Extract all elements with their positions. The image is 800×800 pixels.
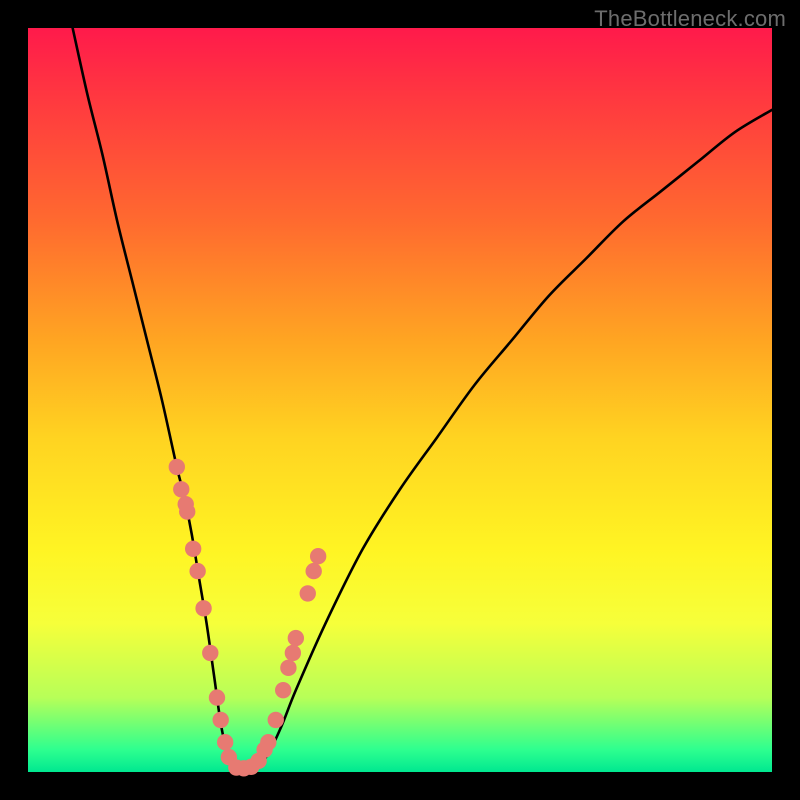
data-point — [268, 712, 284, 728]
data-point — [310, 548, 326, 564]
data-point — [275, 682, 291, 698]
data-point — [185, 541, 201, 557]
data-point — [213, 712, 229, 728]
data-point — [195, 600, 211, 616]
data-point — [179, 503, 195, 519]
data-point — [300, 585, 316, 601]
data-point — [217, 734, 233, 750]
data-point — [189, 563, 205, 579]
chart-frame: TheBottleneck.com — [0, 0, 800, 800]
data-point — [169, 459, 185, 475]
data-point — [173, 481, 189, 497]
data-point — [280, 660, 296, 676]
data-point — [285, 645, 301, 661]
data-point — [260, 734, 276, 750]
data-point — [288, 630, 304, 646]
data-point — [209, 689, 225, 705]
data-point — [306, 563, 322, 579]
plot-area — [28, 28, 772, 772]
chart-svg — [28, 28, 772, 772]
curve-line — [73, 28, 772, 770]
data-markers — [169, 459, 327, 777]
data-point — [202, 645, 218, 661]
